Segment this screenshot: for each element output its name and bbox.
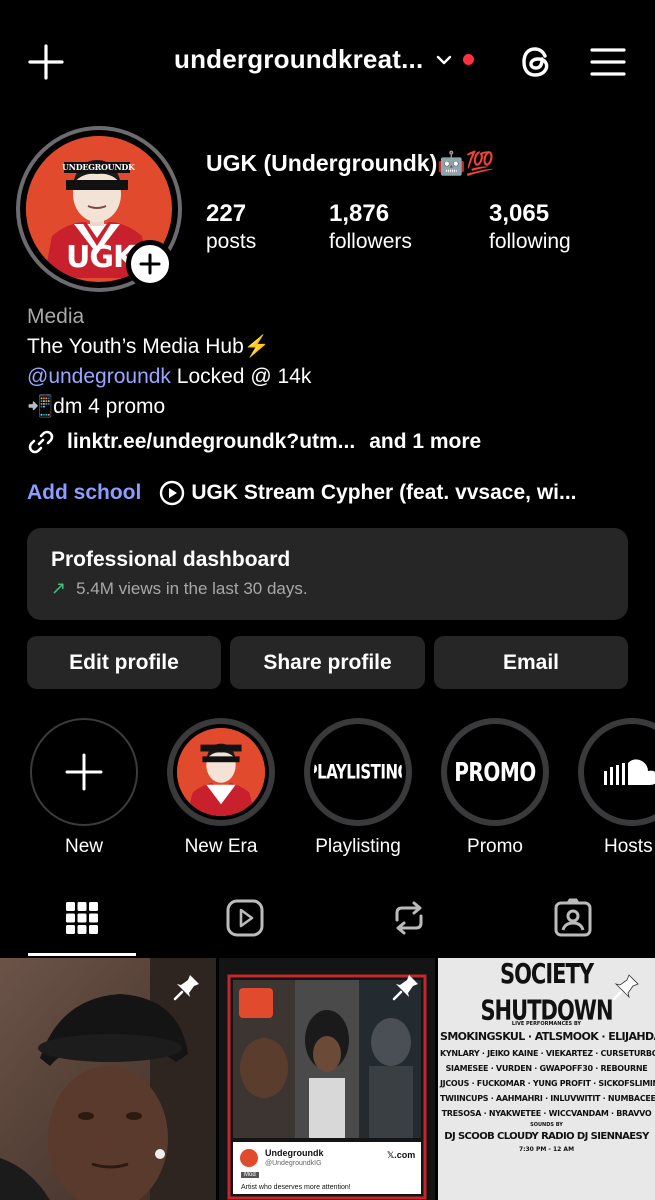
reels-icon[interactable] xyxy=(225,898,265,938)
stat-label: following xyxy=(489,230,571,253)
stat-value: 1,876 xyxy=(329,200,390,227)
edit-profile-button[interactable]: Edit profile xyxy=(27,636,221,689)
add-school-link[interactable]: Add school xyxy=(27,481,141,505)
highlight-cover-text: PLAYLISTING xyxy=(314,760,402,784)
highlight-new[interactable]: New xyxy=(30,718,138,858)
grid-icon[interactable] xyxy=(62,898,102,938)
stat-label: posts xyxy=(206,230,257,253)
highlight-hosts[interactable]: Hosts xyxy=(578,718,655,858)
tweet-handle: @UndegroundkIG xyxy=(265,1160,322,1167)
bio-mention-link[interactable]: @undegroundk xyxy=(27,365,171,388)
poster-time: 7:30 PM - 12 AM xyxy=(518,1146,575,1153)
poster-sounds-by: SOUNDS BY xyxy=(530,1122,563,1128)
add-story-button[interactable] xyxy=(126,240,174,288)
posts-grid: Undegroundk @UndegroundkIG Mod 𝕏.com Art… xyxy=(0,958,655,1200)
pin-icon xyxy=(612,974,639,1001)
highlight-cover xyxy=(167,718,275,826)
threads-icon[interactable] xyxy=(514,40,558,84)
plus-icon xyxy=(139,253,161,275)
highlight-cover xyxy=(30,718,138,826)
school-music-row: Add school UGK Stream Cypher (feat. vvsa… xyxy=(27,480,577,506)
highlight-cover-text: PROMO xyxy=(454,756,536,788)
bio-line: @undegroundk Locked @ 14k xyxy=(27,362,311,392)
highlight-cover: PLAYLISTING xyxy=(304,718,412,826)
notification-dot xyxy=(463,54,475,65)
profile-music[interactable]: UGK Stream Cypher (feat. vvsace, wi... xyxy=(159,480,577,506)
bio-line: 📲dm 4 promo xyxy=(27,395,166,418)
post-tile[interactable]: SOCIETY SHUTDOWN LIVE PERFORMANCES BY SM… xyxy=(438,958,655,1200)
tweet-badge: Mod xyxy=(241,1172,259,1178)
highlight-label: New xyxy=(64,836,103,857)
account-switcher[interactable]: undergroundkreat... xyxy=(174,44,475,75)
avatar-logo-text: UGK xyxy=(66,240,136,275)
highlight-cover: PROMO xyxy=(441,718,549,826)
play-circle-icon xyxy=(160,480,185,506)
dashboard-views: 5.4M views in the last 30 days. xyxy=(76,578,308,598)
tweet-site: 𝕏.com xyxy=(387,1150,416,1160)
stat-value: 227 xyxy=(206,200,247,227)
stat-label: followers xyxy=(329,230,412,253)
top-bar: undergroundkreat... xyxy=(0,0,655,120)
link-text: linktr.ee/undegroundk?utm... xyxy=(67,430,356,453)
highlight-label: Hosts xyxy=(604,836,653,857)
soundcloud-icon xyxy=(604,759,655,785)
avatar-banner-text: UNDEGROUNDK xyxy=(62,162,135,172)
poster-line: KYNLARY · JEIKO KAINE · VIEKARTEZ · CURS… xyxy=(440,1049,655,1058)
link-icon xyxy=(28,430,54,454)
display-name: UGK (Undergroundk)🤖💯 xyxy=(206,150,495,176)
tweet-text: Artist who deserves more attention! xyxy=(241,1184,351,1191)
chevron-down-icon xyxy=(435,51,453,69)
post-tile[interactable] xyxy=(0,958,216,1200)
trend-up-icon: ↗ xyxy=(51,578,67,598)
highlight-promo[interactable]: PROMO Promo xyxy=(441,718,549,858)
music-title: UGK Stream Cypher (feat. vvsace, wi... xyxy=(191,481,577,504)
posts-stat[interactable]: 227 posts xyxy=(206,200,256,254)
dashboard-subtitle: ↗ 5.4M views in the last 30 days. xyxy=(51,578,604,599)
active-tab-indicator xyxy=(28,953,136,956)
dashboard-title: Professional dashboard xyxy=(51,548,291,571)
menu-icon[interactable] xyxy=(586,42,630,82)
highlight-playlisting[interactable]: PLAYLISTING Playlisting xyxy=(304,718,412,858)
email-button[interactable]: Email xyxy=(434,636,628,689)
poster-djs: DJ SCOOB CLOUDY RADIO DJ SIENNAESY xyxy=(444,1131,649,1142)
plus-icon[interactable] xyxy=(22,38,70,86)
highlight-label: Playlisting xyxy=(315,836,401,857)
profile-tabs xyxy=(0,880,655,956)
bio-line: The Youth’s Media Hub⚡️ xyxy=(27,335,270,358)
plus-icon xyxy=(65,753,103,791)
share-profile-button[interactable]: Share profile xyxy=(230,636,425,689)
highlight-cover xyxy=(578,718,655,826)
bio-text: Locked @ 14k xyxy=(170,365,312,388)
tagged-icon[interactable] xyxy=(553,898,593,938)
pin-icon xyxy=(173,975,199,1001)
poster-line: TWIINCUPS · AAHMAHRI · INLUVWITIT · NUMB… xyxy=(440,1094,655,1103)
post-tile[interactable]: Undegroundk @UndegroundkIG Mod 𝕏.com Art… xyxy=(219,958,435,1200)
professional-dashboard[interactable]: Professional dashboard ↗ 5.4M views in t… xyxy=(27,528,628,620)
following-stat[interactable]: 3,065 following xyxy=(489,200,571,254)
tweet-name: Undegroundk xyxy=(265,1148,324,1158)
profile-links[interactable]: linktr.ee/undegroundk?utm... and 1 more xyxy=(27,428,481,456)
poster-headliners: SMOKINGSKUL · ATLSMOOK · ELIJAHDAEAGLE xyxy=(440,1030,655,1043)
followers-stat[interactable]: 1,876 followers xyxy=(329,200,412,254)
poster-line: SIAMESEE · VURDEN · GWAPOFF30 · REBOURNE xyxy=(445,1064,648,1073)
highlight-label: New Era xyxy=(184,836,258,857)
poster-line: TRESOSA · NYAKWETEE · WICCVANDAM · BRAVV… xyxy=(441,1109,652,1118)
link-more: and 1 more xyxy=(369,430,482,453)
stat-value: 3,065 xyxy=(489,200,550,227)
profile-category: Media xyxy=(27,305,85,328)
pin-icon xyxy=(392,975,418,1001)
username: undergroundkreat... xyxy=(174,44,424,74)
reposts-icon[interactable] xyxy=(389,898,429,938)
highlight-label: Promo xyxy=(467,836,523,857)
poster-line: JJCOUS · FUCKOMAR · YUNG PROFIT · SICKOF… xyxy=(440,1079,655,1088)
highlight-new-era[interactable]: New Era xyxy=(167,718,275,858)
bio: Media The Youth’s Media Hub⚡️ @undegroun… xyxy=(27,302,311,422)
